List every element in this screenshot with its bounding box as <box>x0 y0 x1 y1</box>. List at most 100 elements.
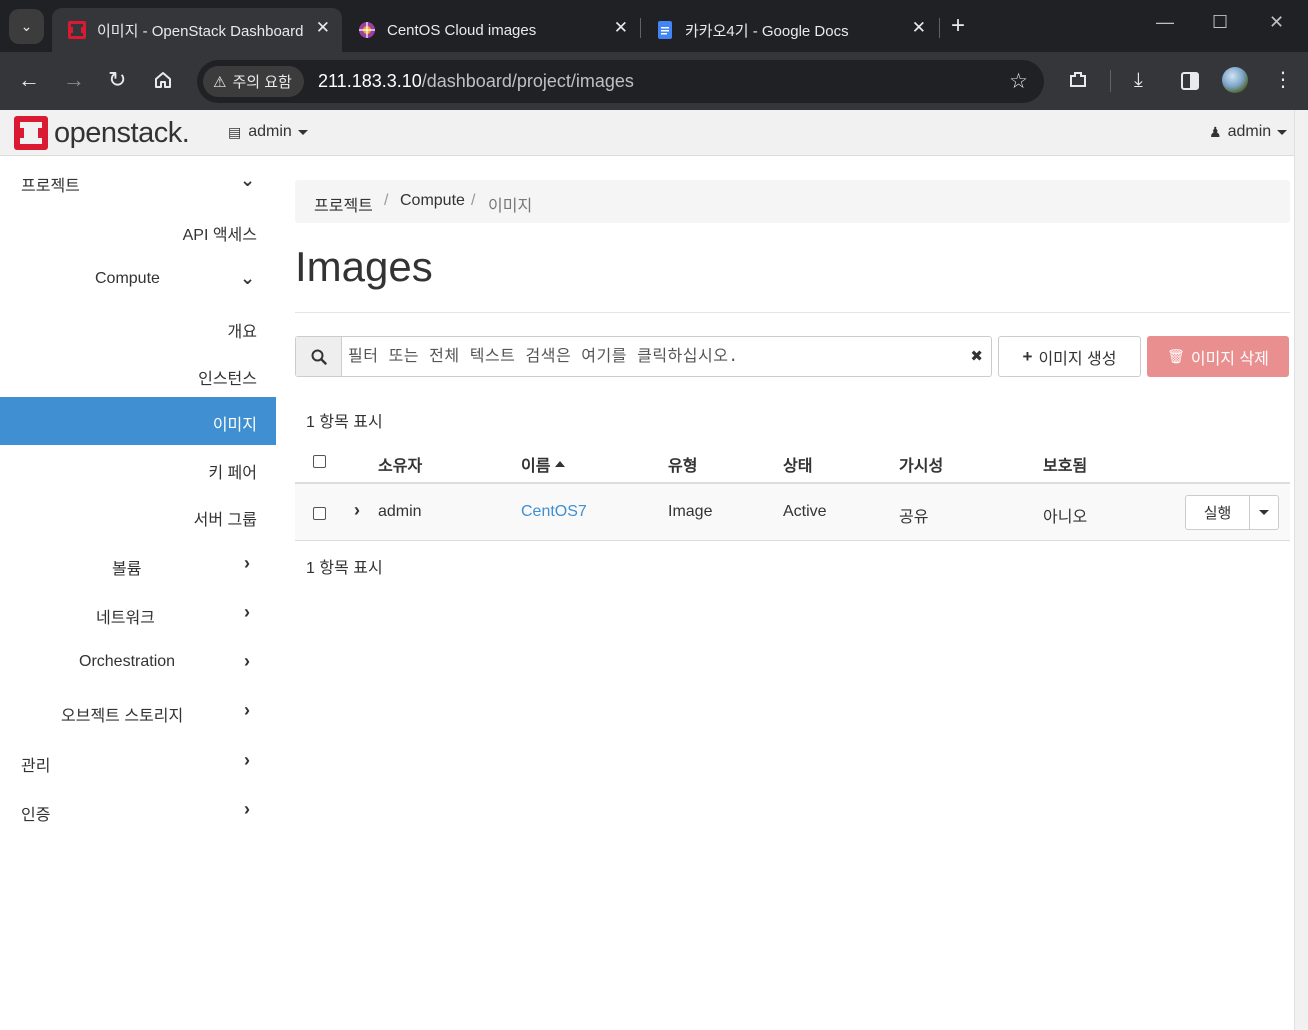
sidebar-item-admin[interactable]: 관리 <box>21 752 50 776</box>
item-count-bottom: 1 항목 표시 <box>306 560 383 577</box>
address-bar[interactable]: ⚠ 주의 요함 211.183.3.10/dashboard/project/i… <box>197 60 1044 103</box>
cell-visibility: 공유 <box>899 509 929 526</box>
toolbar-separator <box>1110 70 1111 92</box>
bookmark-star-icon[interactable]: ☆ <box>1009 69 1028 94</box>
column-header-visibility[interactable]: 가시성 <box>899 452 943 476</box>
sidebar-item-object-storage[interactable]: 오브젝트 스토리지 <box>61 702 183 726</box>
sidebar-item-instances[interactable]: 인스턴스 <box>198 365 257 389</box>
column-header-protected[interactable]: 보호됨 <box>1043 452 1087 476</box>
column-header-label: 이름 <box>521 458 551 475</box>
browser-tab-openstack[interactable]: 이미지 - OpenStack Dashboard ✕ <box>52 8 342 52</box>
tab-search-button[interactable]: ⌄ <box>9 9 44 44</box>
filter-group: ✖ <box>295 336 992 377</box>
sidebar-item-project[interactable]: 프로젝트 <box>21 172 80 196</box>
plus-icon: + <box>1022 346 1033 366</box>
close-tab-icon[interactable]: ✕ <box>316 18 330 38</box>
chevron-right-icon[interactable]: › <box>244 799 250 820</box>
expand-row-icon[interactable]: › <box>354 500 360 521</box>
search-addon[interactable] <box>296 337 342 376</box>
chevron-down-icon[interactable]: ⌄ <box>240 170 255 191</box>
chevron-right-icon[interactable]: › <box>244 750 250 771</box>
minimize-icon[interactable]: — <box>1156 12 1174 33</box>
column-header-name[interactable]: 이름 <box>521 452 566 476</box>
browser-tab-google-docs[interactable]: 카카오4기 - Google Docs ✕ <box>640 8 938 52</box>
sidebar-item-overview[interactable]: 개요 <box>228 318 257 342</box>
user-name: admin <box>1227 123 1272 140</box>
breadcrumb-compute[interactable]: Compute <box>400 192 465 210</box>
search-icon <box>311 349 327 365</box>
forward-icon[interactable]: → <box>63 68 85 92</box>
tab-title: 카카오4기 - Google Docs <box>685 22 849 40</box>
sidebar-item-images[interactable]: 이미지 <box>0 397 276 445</box>
url-host: 211.183.3.10 <box>318 71 422 91</box>
new-tab-icon[interactable]: + <box>951 14 965 38</box>
caret-down-icon <box>1259 510 1269 515</box>
url-text[interactable]: 211.183.3.10/dashboard/project/images <box>318 71 634 92</box>
close-tab-icon[interactable]: ✕ <box>614 18 628 38</box>
project-selector[interactable]: ▤ admin <box>228 123 308 141</box>
tab-separator <box>939 18 940 38</box>
column-header-owner[interactable]: 소유자 <box>378 452 422 476</box>
maximize-icon[interactable]: ☐ <box>1212 12 1228 33</box>
delete-images-button[interactable]: 🗑 이미지 삭제 <box>1147 336 1289 377</box>
side-panel-icon[interactable] <box>1180 71 1200 91</box>
user-menu[interactable]: ♟ admin <box>1209 123 1288 141</box>
download-icon[interactable]: ⤓ <box>1134 68 1143 92</box>
extensions-icon[interactable] <box>1067 69 1089 91</box>
launch-button[interactable]: 실행 <box>1185 495 1250 530</box>
home-icon[interactable] <box>153 70 173 90</box>
select-all-checkbox[interactable] <box>313 455 326 468</box>
profile-avatar[interactable] <box>1222 67 1248 93</box>
window-close-icon[interactable]: ✕ <box>1269 12 1284 33</box>
sidebar-item-network[interactable]: 네트워크 <box>96 604 155 628</box>
chevron-right-icon[interactable]: › <box>244 553 250 574</box>
row-actions-dropdown[interactable] <box>1249 495 1279 530</box>
chevron-right-icon[interactable]: › <box>244 700 250 721</box>
tab-title: CentOS Cloud images <box>387 21 537 39</box>
security-indicator[interactable]: ⚠ 주의 요함 <box>203 66 304 97</box>
filter-input[interactable] <box>348 346 958 365</box>
clear-icon[interactable]: ✖ <box>970 347 983 365</box>
sidebar-item-compute[interactable]: Compute <box>95 270 160 288</box>
url-path: /dashboard/project/images <box>421 71 634 91</box>
sidebar-item-api-access[interactable]: API 액세스 <box>183 221 257 245</box>
project-list-icon: ▤ <box>228 123 242 140</box>
chevron-right-icon[interactable]: › <box>244 651 250 672</box>
breadcrumb-separator: / <box>471 192 476 209</box>
browser-menu-icon[interactable]: ⋮ <box>1273 68 1293 92</box>
sort-ascending-icon <box>555 461 566 467</box>
breadcrumb-separator: / <box>384 192 389 209</box>
page-scrollbar[interactable] <box>1294 110 1308 1030</box>
chevron-down-icon[interactable]: ⌄ <box>240 268 255 289</box>
chevron-right-icon[interactable]: › <box>244 602 250 623</box>
browser-toolbar: ← → ↻ ⚠ 주의 요함 211.183.3.10/dashboard/pro… <box>0 52 1308 110</box>
sidebar-item-identity[interactable]: 인증 <box>21 801 50 825</box>
breadcrumb-project[interactable]: 프로젝트 <box>314 192 373 216</box>
openstack-favicon <box>68 21 86 39</box>
launch-label: 실행 <box>1203 505 1232 522</box>
sidebar-item-orchestration[interactable]: Orchestration <box>79 653 175 671</box>
caret-down-icon <box>1277 129 1288 135</box>
tab-title: 이미지 - OpenStack Dashboard <box>97 22 304 40</box>
item-count-top: 1 항목 표시 <box>306 414 383 431</box>
sidebar-item-volumes[interactable]: 볼륨 <box>112 555 141 579</box>
breadcrumb-current: 이미지 <box>488 198 533 215</box>
openstack-logo[interactable]: openstack. <box>14 116 190 150</box>
breadcrumb: 프로젝트 / Compute / 이미지 <box>295 180 1290 223</box>
sidebar-item-key-pairs[interactable]: 키 페어 <box>208 459 257 483</box>
cell-type: Image <box>668 503 713 520</box>
close-tab-icon[interactable]: ✕ <box>912 18 926 38</box>
back-icon[interactable]: ← <box>18 68 40 92</box>
cell-name-link[interactable]: CentOS7 <box>521 503 587 521</box>
create-image-button[interactable]: + 이미지 생성 <box>998 336 1141 377</box>
column-header-type[interactable]: 유형 <box>668 452 697 476</box>
create-image-label: 이미지 생성 <box>1038 350 1117 368</box>
browser-tab-centos[interactable]: CentOS Cloud images ✕ <box>342 8 640 52</box>
caret-down-icon <box>297 129 308 135</box>
row-checkbox[interactable] <box>313 507 326 520</box>
trash-icon: 🗑 <box>1167 348 1185 364</box>
project-name: admin <box>248 123 292 140</box>
sidebar-item-server-groups[interactable]: 서버 그룹 <box>194 506 257 530</box>
reload-icon[interactable]: ↻ <box>108 68 126 92</box>
column-header-status[interactable]: 상태 <box>783 452 812 476</box>
